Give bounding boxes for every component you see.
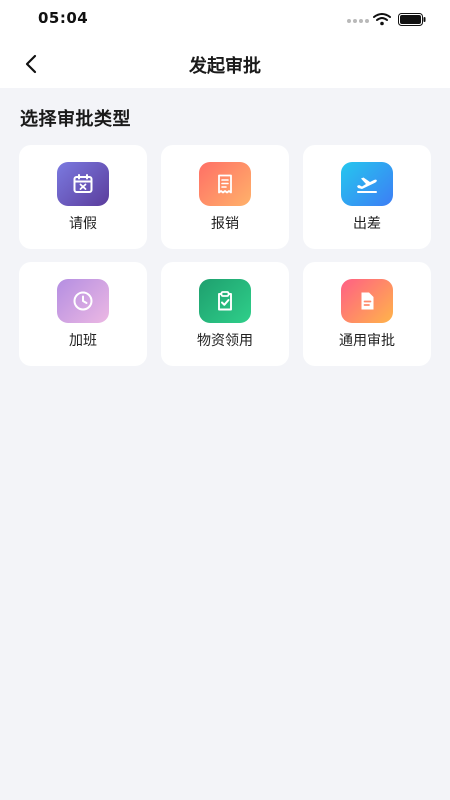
approval-type-label: 通用审批 (339, 333, 395, 349)
approval-type-overtime[interactable]: 加班 (19, 262, 147, 366)
battery-icon (398, 13, 426, 26)
approval-type-general[interactable]: 通用审批 (303, 262, 431, 366)
clock-icon (57, 279, 109, 323)
calendar-cross-icon (57, 162, 109, 206)
approval-type-label: 物资领用 (197, 333, 253, 349)
cellular-signal-icon (347, 19, 369, 23)
approval-type-label: 请假 (69, 216, 97, 232)
approval-type-label: 出差 (353, 216, 381, 232)
section-title: 选择审批类型 (20, 109, 131, 130)
approval-type-material-requisition[interactable]: 物资领用 (161, 262, 289, 366)
approval-type-reimburse[interactable]: 报销 (161, 145, 289, 249)
approval-type-business-trip[interactable]: 出差 (303, 145, 431, 249)
top-bar: 05:04 发起审批 (0, 0, 450, 88)
approval-type-leave[interactable]: 请假 (19, 145, 147, 249)
airplane-departure-icon (341, 162, 393, 206)
receipt-icon (199, 162, 251, 206)
page-title: 发起审批 (189, 56, 261, 77)
wifi-icon (373, 13, 391, 26)
document-icon (341, 279, 393, 323)
status-time: 05:04 (38, 9, 89, 27)
clipboard-check-icon (199, 279, 251, 323)
approval-type-label: 报销 (211, 216, 239, 232)
approval-type-label: 加班 (69, 333, 97, 349)
